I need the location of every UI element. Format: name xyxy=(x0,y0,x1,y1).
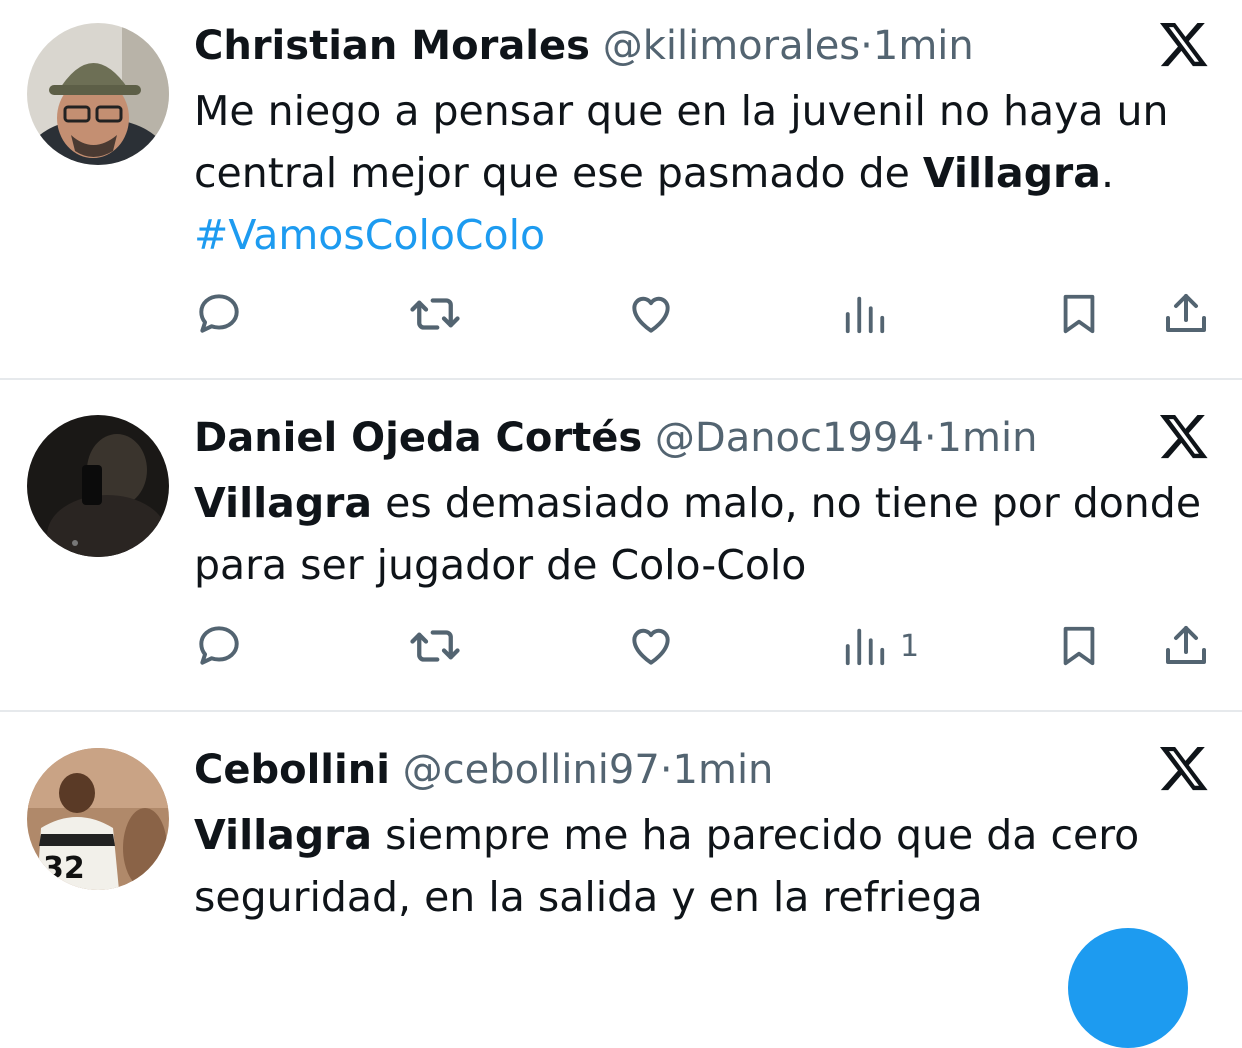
retweet-button[interactable] xyxy=(408,284,462,344)
comment-icon xyxy=(199,294,239,333)
avatar-cebollini[interactable]: 32 xyxy=(27,748,169,890)
retweet-icon xyxy=(410,298,460,330)
separator-dot: · xyxy=(659,747,673,793)
tweet-2[interactable]: Daniel Ojeda Cortés @Danoc1994·1min Vill… xyxy=(0,380,1242,710)
bookmark-button[interactable] xyxy=(1056,616,1102,676)
compose-fab-button[interactable] xyxy=(1068,928,1188,1048)
tweet-3[interactable]: 32 Cebollini @cebollini97·1min Villagra … xyxy=(0,712,1242,948)
share-icon xyxy=(1166,294,1206,332)
views-icon xyxy=(845,296,885,334)
separator-dot: · xyxy=(860,23,873,69)
avatar-christian-morales[interactable] xyxy=(27,23,169,165)
hashtag-link[interactable]: #VamosColoColo xyxy=(194,211,545,259)
timestamp[interactable]: 1min xyxy=(673,747,774,793)
retweet-button[interactable] xyxy=(408,616,462,676)
x-logo-icon[interactable] xyxy=(1158,742,1210,794)
bookmark-icon xyxy=(1063,294,1095,334)
tweet-text: Villagra siempre me ha parecido que da c… xyxy=(194,804,1204,928)
x-logo-icon[interactable] xyxy=(1158,18,1210,70)
tweet-1[interactable]: Christian Morales @kilimorales·1min Me n… xyxy=(0,0,1242,378)
views-count: 1 xyxy=(900,628,920,664)
highlight-keyword: Villagra xyxy=(922,149,1101,197)
avatar-daniel-ojeda[interactable] xyxy=(27,415,169,557)
tweet-header: Cebollini @cebollini97·1min xyxy=(194,746,773,794)
author-handle[interactable]: @cebollini97 xyxy=(403,747,660,793)
reply-button[interactable] xyxy=(194,284,244,344)
author-name[interactable]: Cebollini xyxy=(194,747,390,793)
share-button[interactable] xyxy=(1162,616,1210,676)
tweet-actions xyxy=(0,284,1242,344)
timestamp[interactable]: 1min xyxy=(873,23,974,69)
tweet-text-part: . xyxy=(1100,149,1114,197)
views-button[interactable]: 1 xyxy=(842,616,919,676)
retweet-icon xyxy=(410,630,460,662)
reply-button[interactable] xyxy=(194,616,244,676)
share-button[interactable] xyxy=(1162,284,1210,344)
tweet-header: Daniel Ojeda Cortés @Danoc1994·1min xyxy=(194,414,1037,462)
heart-icon xyxy=(632,628,670,665)
tweet-header: Christian Morales @kilimorales·1min xyxy=(194,22,974,70)
bookmark-icon xyxy=(1063,626,1095,666)
like-button[interactable] xyxy=(626,616,676,676)
author-name[interactable]: Daniel Ojeda Cortés xyxy=(194,415,642,461)
tweet-text: Villagra es demasiado malo, no tiene por… xyxy=(194,472,1204,596)
timestamp[interactable]: 1min xyxy=(937,415,1038,461)
like-button[interactable] xyxy=(626,284,676,344)
views-icon xyxy=(845,628,885,666)
heart-icon xyxy=(632,296,670,333)
bookmark-button[interactable] xyxy=(1056,284,1102,344)
comment-icon xyxy=(199,626,239,665)
author-handle[interactable]: @kilimorales xyxy=(603,23,860,69)
x-logo-icon[interactable] xyxy=(1158,410,1210,462)
highlight-keyword: Villagra xyxy=(194,479,373,527)
svg-text:32: 32 xyxy=(43,851,85,886)
author-name[interactable]: Christian Morales xyxy=(194,23,590,69)
share-icon xyxy=(1166,626,1206,664)
views-button[interactable] xyxy=(842,284,900,344)
author-handle[interactable]: @Danoc1994 xyxy=(655,415,924,461)
tweet-text: Me niego a pensar que en la juvenil no h… xyxy=(194,80,1204,266)
tweet-actions: 1 xyxy=(0,616,1242,676)
separator-dot: · xyxy=(923,415,937,461)
highlight-keyword: Villagra xyxy=(194,811,373,859)
